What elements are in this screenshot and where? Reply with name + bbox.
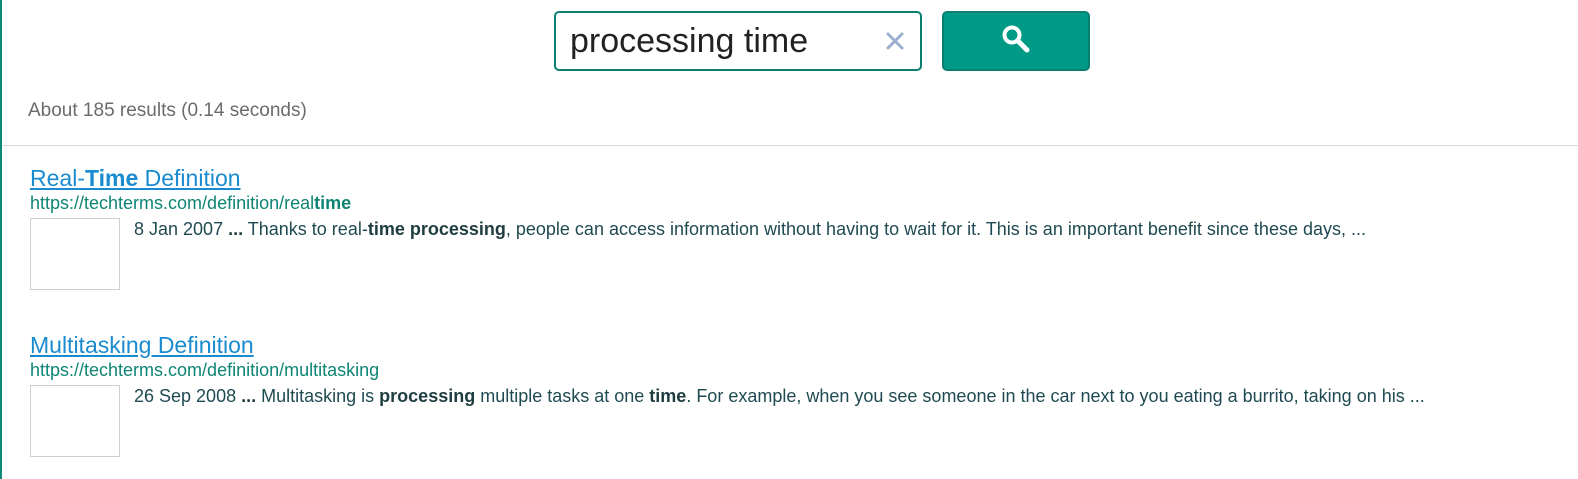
snippet-ellipsis: ... [241,386,257,406]
result-title-link[interactable]: Multitasking Definition [30,331,254,359]
search-result: Multitasking Definition https://techterm… [30,331,1560,457]
close-icon[interactable] [880,25,910,57]
snippet-date: 8 Jan 2007 [134,219,229,239]
snippet-ellipsis: ... [228,219,244,239]
result-thumbnail[interactable] [30,218,120,290]
snippet-highlight: time [649,386,687,406]
search-results-page: About 185 results (0.14 seconds) Real-Ti… [0,0,1578,479]
result-snippet: 8 Jan 2007 ... Thanks to real-time proce… [134,218,1366,290]
title-text: Multitasking Definition [30,332,254,358]
result-url: https://techterms.com/definition/multita… [30,359,1560,381]
result-body: 26 Sep 2008 ... Multitasking is processi… [30,385,1560,457]
snippet-text: Multitasking is [256,386,380,406]
snippet-text: Thanks to real- [243,219,368,239]
search-result: Real-Time Definition https://techterms.c… [30,164,1560,290]
snippet-date: 26 Sep 2008 [134,386,242,406]
result-url: https://techterms.com/definition/realtim… [30,192,1560,214]
search-button[interactable] [942,11,1090,71]
divider [2,145,1578,146]
search-field-container[interactable] [554,11,922,71]
result-body: 8 Jan 2007 ... Thanks to real-time proce… [30,218,1560,290]
snippet-highlight: time processing [367,219,506,239]
result-stats: About 185 results (0.14 seconds) [28,100,307,121]
search-icon [1001,24,1031,59]
snippet-highlight: processing [379,386,476,406]
title-text: Definition [138,165,241,191]
snippet-text: . For example, when you see someone in t… [686,386,1425,406]
search-bar [554,11,1090,71]
title-text-highlight: Time [84,165,139,191]
snippet-text: , people can access information without … [505,219,1366,239]
snippet-text: multiple tasks at one [475,386,650,406]
result-title-link[interactable]: Real-Time Definition [30,164,241,192]
url-text: https://techterms.com/definition/multita… [30,360,380,380]
result-snippet: 26 Sep 2008 ... Multitasking is processi… [134,385,1425,457]
search-input[interactable] [570,21,870,61]
title-text: Real- [30,165,85,191]
url-text: https://techterms.com/definition/real [30,193,315,213]
url-text-highlight: time [314,193,352,213]
result-thumbnail[interactable] [30,385,120,457]
